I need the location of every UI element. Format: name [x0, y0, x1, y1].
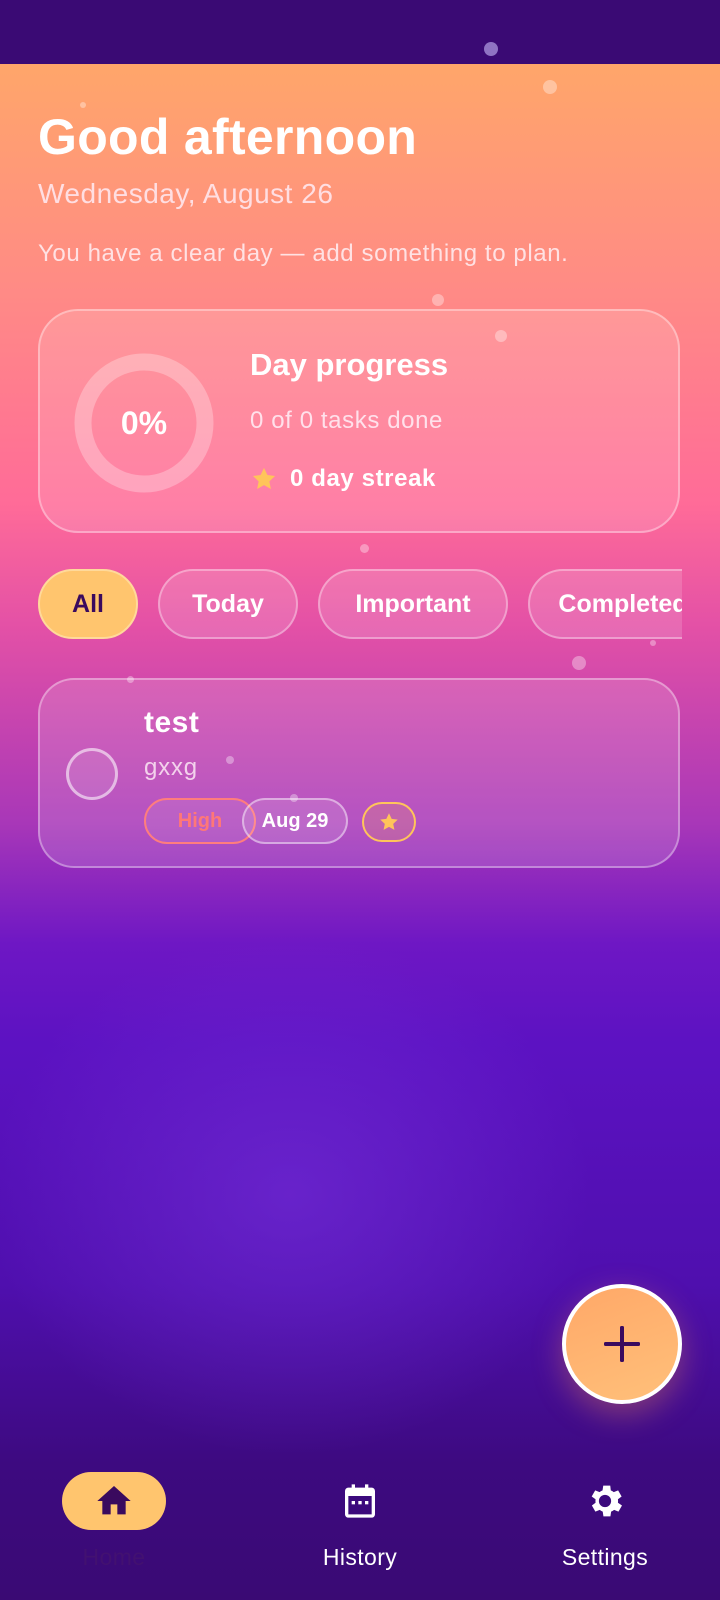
gear-icon: [591, 1485, 622, 1517]
current-date: Wednesday, August 26: [38, 178, 334, 209]
calendar-icon: [345, 1484, 375, 1518]
priority-badge: High: [144, 798, 256, 844]
task-title: test: [144, 706, 200, 739]
filter-chip-completed[interactable]: Completed: [528, 569, 682, 639]
task-complete-checkbox[interactable]: [66, 748, 118, 800]
nav-home-label: Home: [82, 1544, 146, 1570]
decor-dot: [360, 544, 369, 553]
filter-chip-all[interactable]: All: [38, 569, 138, 639]
day-summary: You have a clear day — add something to …: [38, 240, 569, 267]
filter-chips: All Today Important Completed: [38, 568, 682, 644]
filter-chip-important[interactable]: Important: [318, 569, 508, 639]
progress-card: 0% Day progress 0 of 0 tasks done 0 day …: [38, 309, 680, 533]
bottom-navigation: Home History Settings: [0, 1456, 720, 1600]
greeting-title: Good afternoon: [38, 109, 418, 165]
nav-history-indicator: [308, 1472, 412, 1530]
star-icon: [380, 813, 398, 830]
progress-title: Day progress: [250, 347, 449, 382]
nav-settings-label: Settings: [561, 1544, 649, 1570]
progress-percent: 0%: [120, 405, 168, 441]
add-task-button[interactable]: [562, 1284, 682, 1404]
streak-indicator: 0 day streak: [250, 463, 436, 495]
tasks-done-count: 0 of 0 tasks done: [250, 407, 443, 434]
plus-icon: [604, 1326, 640, 1362]
decor-dot: [543, 80, 557, 94]
nav-history[interactable]: History: [270, 1472, 450, 1582]
task-card[interactable]: test gxxg High Aug 29: [38, 678, 680, 868]
star-icon: [252, 467, 276, 490]
task-description: gxxg: [144, 754, 198, 781]
decor-dot: [484, 42, 498, 56]
decor-dot: [432, 294, 444, 306]
decor-dot: [572, 656, 586, 670]
home-icon: [97, 1486, 131, 1515]
nav-settings[interactable]: Settings: [515, 1472, 695, 1582]
nav-home-indicator: [62, 1472, 166, 1530]
status-bar: [0, 0, 720, 64]
streak-label: 0 day streak: [290, 465, 436, 492]
nav-home[interactable]: Home: [24, 1472, 204, 1582]
important-badge[interactable]: [362, 802, 416, 842]
nav-history-label: History: [322, 1544, 398, 1570]
due-date-badge: Aug 29: [242, 798, 348, 844]
filter-chip-today[interactable]: Today: [158, 569, 298, 639]
nav-settings-indicator: [553, 1472, 657, 1530]
